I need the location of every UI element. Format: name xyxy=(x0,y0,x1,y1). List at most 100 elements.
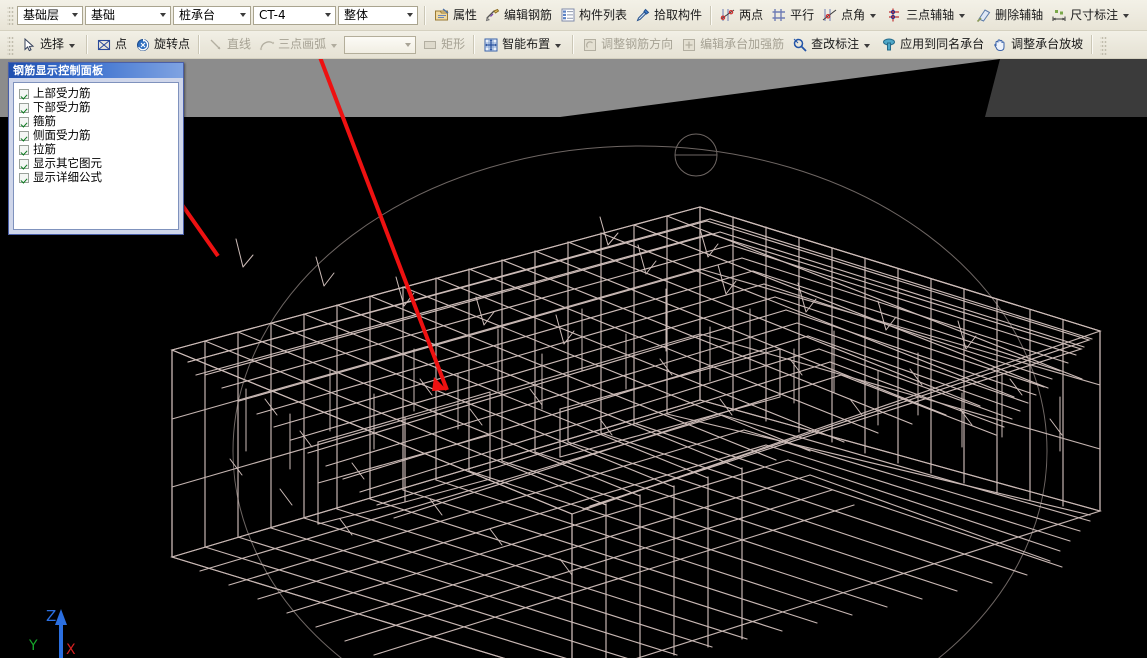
three-point-arc-button-label: 三点画弧 xyxy=(278,33,326,56)
chevron-down-icon[interactable] xyxy=(69,44,75,48)
line-button-label: 直线 xyxy=(227,33,251,56)
rectangle-button[interactable]: 矩形 xyxy=(418,33,469,56)
axis-label-z: Z xyxy=(46,607,56,625)
shape-style-selector[interactable] xyxy=(344,36,416,54)
checkbox-row[interactable]: 下部受力筋 xyxy=(19,101,178,114)
apply-same-icon xyxy=(881,37,897,53)
edit-cap-rebar-icon xyxy=(681,37,697,53)
chevron-down-icon[interactable] xyxy=(331,44,337,48)
edit-rebar-icon xyxy=(485,7,501,23)
adjust-cap-slope-button[interactable]: 调整承台放坡 xyxy=(988,33,1087,56)
toolbar-row-1: 基础层 基础 桩承台 CT-4 整体 属性 xyxy=(0,0,1147,31)
edit-cap-reinforcement-button[interactable]: 编辑承台加强筋 xyxy=(677,33,788,56)
three-point-axis-button-label: 三点辅轴 xyxy=(906,4,954,27)
chevron-down-icon[interactable] xyxy=(864,44,870,48)
point-icon xyxy=(96,37,112,53)
delete-aux-axis-button[interactable]: 删除辅轴 xyxy=(972,4,1047,27)
arc-icon xyxy=(259,37,275,53)
pile-cap-rebar-cage xyxy=(172,207,1100,658)
properties-icon xyxy=(434,7,450,23)
component-type-selector[interactable]: 桩承台 xyxy=(173,6,251,25)
chevron-down-icon[interactable] xyxy=(1123,14,1129,18)
display-mode-selector-value: 整体 xyxy=(339,6,372,25)
checkbox-label: 下部受力筋 xyxy=(33,101,91,114)
component-name-selector[interactable]: CT-4 xyxy=(253,6,336,25)
dimension-button[interactable]: 尺寸标注 xyxy=(1047,4,1136,27)
modify-annotation-button-label: 查改标注 xyxy=(811,33,859,56)
smart-layout-button[interactable]: 智能布置 xyxy=(479,33,568,56)
chevron-down-icon[interactable] xyxy=(67,7,82,24)
checkbox-row[interactable]: 显示详细公式 xyxy=(19,171,178,184)
checkbox-row[interactable]: 箍筋 xyxy=(19,115,178,128)
checkbox-show-other-elements[interactable] xyxy=(19,159,29,169)
adjust-cap-slope-button-label: 调整承台放坡 xyxy=(1011,33,1083,56)
adjust-rebar-direction-button[interactable]: 调整钢筋方向 xyxy=(578,33,677,56)
chevron-down-icon[interactable] xyxy=(235,7,250,24)
floor-selector[interactable]: 基础层 xyxy=(17,6,83,25)
select-button[interactable]: 选择 xyxy=(17,33,82,56)
chevron-down-icon[interactable] xyxy=(870,14,876,18)
parallel-axis-button-label: 平行 xyxy=(790,4,814,27)
checkbox-bottom-main-rebar[interactable] xyxy=(19,103,29,113)
properties-button[interactable]: 属性 xyxy=(430,4,481,27)
rotate-point-button[interactable]: 旋转点 xyxy=(131,33,194,56)
dimension-button-label: 尺寸标注 xyxy=(1070,4,1118,27)
three-point-arc-button[interactable]: 三点画弧 xyxy=(255,33,344,56)
adjust-rebar-icon xyxy=(582,37,598,53)
chevron-down-icon[interactable] xyxy=(555,44,561,48)
component-name-selector-value: CT-4 xyxy=(254,6,290,25)
edit-rebar-button[interactable]: 编辑钢筋 xyxy=(481,4,556,27)
component-list-icon xyxy=(560,7,576,23)
chevron-down-icon[interactable] xyxy=(400,36,415,53)
checkbox-row[interactable]: 拉筋 xyxy=(19,143,178,156)
line-button[interactable]: 直线 xyxy=(204,33,255,56)
chevron-down-icon[interactable] xyxy=(402,7,417,24)
chevron-down-icon[interactable] xyxy=(320,7,335,24)
three-point-axis-button[interactable]: 三点辅轴 xyxy=(883,4,972,27)
checkbox-top-main-rebar[interactable] xyxy=(19,89,29,99)
toolbar-separator xyxy=(198,35,200,54)
toolbar-separator xyxy=(473,35,475,54)
rebar-display-control-panel[interactable]: 钢筋显示控制面板 上部受力筋 下部受力筋 箍筋 侧面受力筋 拉筋 xyxy=(8,62,184,235)
cursor-icon xyxy=(21,37,37,53)
toolbar-separator xyxy=(710,6,712,25)
checkbox-tie-rebar[interactable] xyxy=(19,145,29,155)
two-point-axis-button[interactable]: 两点 xyxy=(716,4,767,27)
checkbox-side-main-rebar[interactable] xyxy=(19,131,29,141)
pick-component-button[interactable]: 拾取构件 xyxy=(631,4,706,27)
properties-button-label: 属性 xyxy=(453,4,477,27)
smart-layout-icon xyxy=(483,37,499,53)
checkbox-row[interactable]: 上部受力筋 xyxy=(19,87,178,100)
checkbox-label: 显示详细公式 xyxy=(33,171,102,184)
checkbox-stirrup[interactable] xyxy=(19,117,29,127)
adjust-rebar-direction-button-label: 调整钢筋方向 xyxy=(601,33,673,56)
category-selector[interactable]: 基础 xyxy=(85,6,171,25)
toolbar-separator xyxy=(86,35,88,54)
point-button[interactable]: 点 xyxy=(92,33,131,56)
axis-label-y: Y xyxy=(29,638,38,654)
component-list-button[interactable]: 构件列表 xyxy=(556,4,631,27)
parallel-axis-button[interactable]: 平行 xyxy=(767,4,818,27)
line-icon xyxy=(208,37,224,53)
point-angle-axis-button[interactable]: 点角 xyxy=(818,4,883,27)
point-angle-axis-button-label: 点角 xyxy=(841,4,865,27)
display-mode-selector[interactable]: 整体 xyxy=(338,6,418,25)
eyedropper-icon xyxy=(635,7,651,23)
toolbar-grip[interactable] xyxy=(7,5,14,25)
panel-title: 钢筋显示控制面板 xyxy=(9,63,183,78)
checkbox-row[interactable]: 显示其它图元 xyxy=(19,157,178,170)
toolbar-separator xyxy=(1091,35,1093,54)
chevron-down-icon[interactable] xyxy=(155,7,170,24)
toolbar-grip[interactable] xyxy=(7,35,14,55)
modify-annotation-button[interactable]: 查改标注 xyxy=(788,33,877,56)
checkbox-row[interactable]: 侧面受力筋 xyxy=(19,129,178,142)
toolbar-grip[interactable] xyxy=(1100,35,1107,55)
chevron-down-icon[interactable] xyxy=(959,14,965,18)
panel-checkbox-list: 上部受力筋 下部受力筋 箍筋 侧面受力筋 拉筋 显示其它图元 xyxy=(13,82,179,230)
eraser-icon xyxy=(976,7,992,23)
gray-band-right xyxy=(985,59,1147,117)
apply-to-same-name-button[interactable]: 应用到同名承台 xyxy=(877,33,988,56)
component-type-selector-value: 桩承台 xyxy=(174,6,219,25)
edit-rebar-button-label: 编辑钢筋 xyxy=(504,4,552,27)
checkbox-show-detailed-formula[interactable] xyxy=(19,173,29,183)
